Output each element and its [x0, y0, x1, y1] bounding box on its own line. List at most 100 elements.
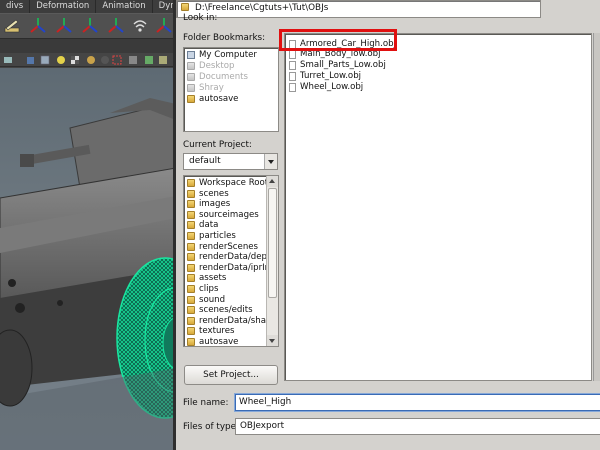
armored-car-model: [0, 98, 176, 450]
axis-tool-icon[interactable]: [154, 16, 174, 36]
scroll-up-icon[interactable]: [267, 176, 278, 187]
folder-label: images: [199, 199, 231, 210]
bookmark-documents[interactable]: Documents: [187, 72, 248, 83]
cube-icon[interactable]: [26, 55, 36, 65]
folder-icon: [187, 263, 195, 272]
camera-icon[interactable]: [3, 55, 13, 65]
folder-item[interactable]: renderData/shad: [187, 316, 271, 327]
folder-icon: [187, 73, 195, 81]
folder-item[interactable]: autosave: [187, 337, 239, 347]
folder-icon: [187, 62, 195, 70]
file-type-value: OBJexport: [240, 421, 285, 431]
bookmark-my-computer[interactable]: My Computer: [187, 50, 257, 61]
file-name-value: Wheel_High: [239, 397, 292, 407]
look-in-path: D:\Freelance\Cgtuts+\Tut\OBJs: [195, 3, 329, 13]
look-in-combo[interactable]: D:\Freelance\Cgtuts+\Tut\OBJs: [176, 0, 541, 18]
project-list-scrollbar[interactable]: [266, 176, 278, 346]
folder-label: assets: [199, 273, 227, 284]
selection-icon[interactable]: [112, 55, 122, 65]
folder-label: autosave: [199, 337, 239, 347]
folder-item[interactable]: data: [187, 220, 218, 231]
pencil-tool-icon[interactable]: [2, 16, 22, 36]
project-folder-list[interactable]: Workspace Root scenes images sourceimage…: [183, 175, 279, 347]
wireless-tool-icon[interactable]: [130, 16, 150, 36]
isolate-icon[interactable]: [128, 55, 138, 65]
maya-viewport[interactable]: [0, 68, 176, 450]
file-type-label: Files of type:: [183, 422, 239, 432]
scroll-down-icon[interactable]: [267, 335, 278, 346]
folder-icon: [187, 210, 195, 219]
folder-icon: [187, 253, 195, 262]
folder-item[interactable]: particles: [187, 231, 236, 242]
file-label: Turret_Low.obj: [300, 71, 362, 81]
highlight-annotation: [279, 29, 397, 51]
axis-tool-icon[interactable]: [54, 16, 74, 36]
file-item[interactable]: Turret_Low.obj: [289, 71, 361, 82]
folder-item[interactable]: textures: [187, 326, 235, 337]
folder-icon: [181, 3, 189, 14]
folder-item[interactable]: sourceimages: [187, 210, 259, 221]
folder-bookmarks-label: Folder Bookmarks:: [183, 33, 266, 43]
folder-item[interactable]: assets: [187, 273, 226, 284]
axis-tool-icon[interactable]: [80, 16, 100, 36]
folder-item[interactable]: renderData/iprIm: [187, 263, 273, 274]
folder-item[interactable]: scenes/edits: [187, 305, 253, 316]
folder-icon: [187, 200, 195, 209]
maya-menubar: divs Deformation Animation Dyn: [0, 0, 183, 13]
menu-animation[interactable]: Animation: [96, 0, 153, 13]
folder-item[interactable]: sound: [187, 295, 225, 306]
folder-item[interactable]: renderScenes: [187, 242, 258, 253]
current-project-combo[interactable]: default: [183, 153, 278, 170]
maya-shelf: [0, 13, 176, 39]
folder-item[interactable]: images: [187, 199, 230, 210]
shade-icon[interactable]: [158, 55, 168, 65]
folder-icon: [187, 242, 195, 251]
bookmark-label: Documents: [199, 72, 248, 82]
bookmark-shray[interactable]: Shray: [187, 83, 224, 94]
folder-label: renderData/depth: [199, 252, 276, 263]
look-in-label: Look in:: [183, 13, 218, 23]
folder-label: renderScenes: [199, 241, 259, 252]
folder-label: scenes/edits: [199, 305, 253, 316]
folder-label: Workspace Root: [199, 178, 269, 188]
folder-item[interactable]: renderData/depth: [187, 252, 276, 263]
folder-item[interactable]: scenes: [187, 189, 229, 200]
grid-icon[interactable]: [40, 55, 50, 65]
texture-icon[interactable]: [70, 55, 80, 65]
light-icon[interactable]: [56, 55, 66, 65]
axis-tool-icon[interactable]: [106, 16, 126, 36]
bookmarks-list[interactable]: My Computer Desktop Documents Shray auto…: [183, 47, 279, 132]
folder-item[interactable]: Workspace Root: [187, 178, 268, 189]
folder-item[interactable]: clips: [187, 284, 218, 295]
sphere-dark-icon[interactable]: [100, 55, 110, 65]
folder-icon: [187, 232, 195, 240]
xray-icon[interactable]: [144, 55, 154, 65]
chevron-down-icon[interactable]: [264, 154, 277, 169]
file-list[interactable]: Armored_Car_High.obj Main_Body_low.obj S…: [284, 33, 592, 381]
file-item[interactable]: Wheel_Low.obj: [289, 82, 363, 93]
file-name-label: File name:: [183, 398, 229, 408]
folder-label: particles: [199, 231, 236, 241]
bookmark-desktop[interactable]: Desktop: [187, 61, 234, 72]
menu-deformation[interactable]: Deformation: [30, 0, 97, 13]
folder-icon: [187, 274, 195, 283]
preview-panel: [593, 33, 600, 381]
file-icon: [289, 83, 296, 92]
file-icon: [289, 72, 296, 81]
file-type-combo[interactable]: OBJexport: [235, 418, 600, 435]
panel-menubar: [0, 39, 176, 53]
sphere-icon[interactable]: [86, 55, 96, 65]
folder-label: data: [199, 220, 219, 231]
folder-label: textures: [199, 326, 235, 337]
file-icon: [289, 61, 296, 70]
file-name-input[interactable]: Wheel_High: [235, 394, 600, 411]
file-item[interactable]: Small_Parts_Low.obj: [289, 60, 386, 71]
folder-icon: [187, 306, 195, 315]
scroll-thumb[interactable]: [268, 188, 277, 298]
axis-tool-icon[interactable]: [28, 16, 48, 36]
bookmark-autosave[interactable]: autosave: [187, 94, 238, 105]
set-project-button[interactable]: Set Project...: [184, 365, 278, 385]
current-project-value: default: [189, 156, 221, 166]
menu-divs[interactable]: divs: [0, 0, 31, 13]
panel-toolbar: [0, 53, 176, 67]
